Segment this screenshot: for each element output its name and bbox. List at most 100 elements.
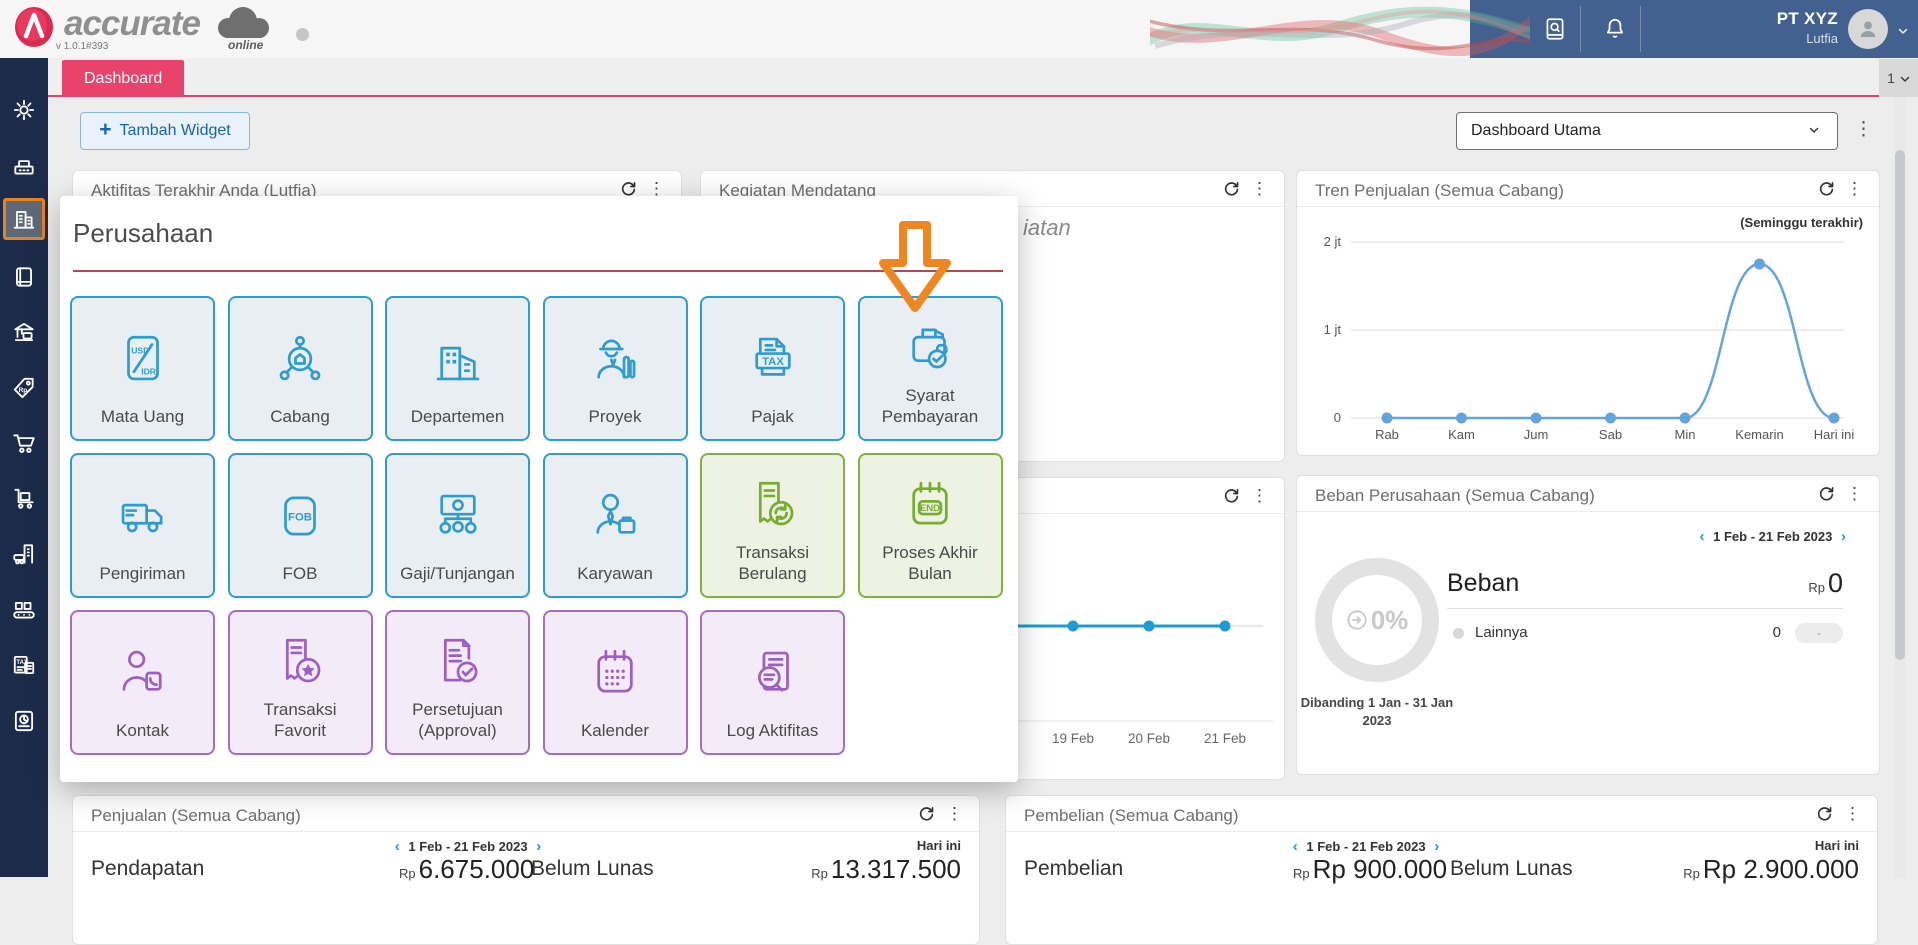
sidebar-item-sales-register[interactable] [0,144,48,188]
sidebar-item-journal[interactable] [0,255,48,299]
account-info[interactable]: PT XYZ Lutfia [1777,9,1838,46]
svg-text:Rp: Rp [19,386,28,393]
kebab-menu-icon[interactable]: ⋮ [1844,804,1861,824]
notification-bell-icon[interactable] [1602,16,1628,42]
tile-gaji-tunjangan[interactable]: Gaji/Tunjangan [385,453,530,598]
tile-transaksi-favorit[interactable]: Transaksi Favorit [227,610,373,755]
tile-persetujuan[interactable]: Persetujuan (Approval) [385,610,530,755]
tile-departemen[interactable]: Departemen [385,296,530,441]
tile-kalender[interactable]: Kalender [542,610,688,755]
kebab-menu-icon[interactable]: ⋮ [1846,484,1863,504]
tile-pengiriman[interactable]: Pengiriman [70,453,215,598]
sidebar-item-tax[interactable]: TAX [0,643,48,687]
legend-row[interactable]: Lainnya 0 - [1447,623,1843,645]
cash-register-icon [11,153,37,179]
sidebar-item-report[interactable] [0,699,48,743]
tile-label: Transaksi Favorit [263,699,337,740]
kebab-menu-icon[interactable]: ⋮ [1251,179,1268,199]
pajak-icon: TAX [744,312,802,406]
tile-log-aktifitas[interactable]: Log Aktifitas [700,610,845,755]
sidebar-item-manufacture[interactable] [0,588,48,632]
date-range-label: 1 Feb - 21 Feb 2023 [1306,839,1426,854]
tile-label: Karyawan [577,563,653,583]
brand-name: accurate [64,4,201,43]
user-name: Lutfia [1806,31,1838,46]
widget-title: Beban Perusahaan (Semua Cabang) [1315,486,1595,505]
pengiriman-icon [114,469,172,563]
legend-value: 0 [1772,624,1781,641]
avatar[interactable] [1848,9,1888,49]
refresh-icon[interactable] [917,805,937,825]
tile-pajak[interactable]: TAX Pajak [700,296,845,441]
chart-subtitle: (Seminggu terakhir) [1740,215,1863,230]
tile-transaksi-berulang[interactable]: Transaksi Berulang [700,453,845,598]
svg-text:2 jt: 2 jt [1324,234,1342,249]
tile-mata-uang[interactable]: USD IDR Mata Uang [70,296,215,441]
sidebar-item-pricing[interactable]: Rp [0,366,48,410]
journal-book-icon [11,264,37,290]
refresh-icon[interactable] [1817,180,1837,200]
sidebar-item-cash-bank[interactable] [0,310,48,354]
proses-akhir-bulan-icon: END [901,469,959,542]
refresh-icon[interactable] [1817,485,1837,505]
kebab-menu-icon[interactable]: ⋮ [1846,179,1863,199]
dashboard-select[interactable]: Dashboard Utama [1456,112,1838,150]
company-building-icon [11,206,37,232]
tax-calculator-icon: TAX [11,652,37,678]
top-header-bar: accurate online v 1.0.1#393 PT XYZ Lutfi… [0,0,1918,58]
refresh-icon[interactable] [1815,805,1835,825]
tile-cabang[interactable]: Cabang [227,296,373,441]
refresh-icon[interactable] [1222,180,1242,200]
kebab-menu-icon[interactable]: ⋮ [1251,486,1268,506]
tab-count-selector[interactable]: 1 [1879,59,1918,97]
tile-fob[interactable]: FOB FOB [227,453,373,598]
sidebar-item-company[interactable] [3,198,45,240]
tile-label: Transaksi Berulang [735,542,810,583]
company-name: PT XYZ [1776,9,1838,28]
legend-label: Lainnya [1475,624,1528,641]
beban-heading: Beban [1447,569,1520,597]
tile-kontak[interactable]: Kontak [70,610,215,755]
sidebar-item-purchase[interactable] [0,421,48,465]
transaksi-favorit-icon [271,626,329,699]
gaji-tunjangan-icon [429,469,487,563]
prev-period-icon[interactable]: ‹ [1695,528,1710,545]
sidebar-item-inventory[interactable] [0,477,48,521]
tile-proses-akhir-bulan[interactable]: END Proses Akhir Bulan [857,453,1003,598]
next-period-icon[interactable]: › [531,838,546,855]
tile-label: Gaji/Tunjangan [400,563,515,583]
next-period-icon[interactable]: › [1429,838,1444,855]
prev-period-icon[interactable]: ‹ [1288,838,1303,855]
plus-icon: + [99,118,112,141]
tile-label: Syarat Pembayaran [881,385,979,426]
kalender-icon [586,626,644,720]
chevron-down-icon[interactable] [1896,24,1910,38]
svg-text:21 Feb: 21 Feb [1204,731,1246,746]
svg-text:Jum: Jum [1524,427,1549,442]
help-book-search-icon[interactable] [1542,16,1568,42]
tab-dashboard[interactable]: Dashboard [62,60,185,97]
svg-text:Rab: Rab [1375,427,1399,442]
tile-proyek[interactable]: Proyek [542,296,688,441]
tile-label: Proyek [588,406,642,426]
scrollbar-thumb[interactable] [1895,150,1905,660]
next-period-icon[interactable]: › [1836,528,1851,545]
tile-label: Persetujuan (Approval) [412,699,503,740]
kebab-menu-icon[interactable]: ⋮ [946,804,963,824]
refresh-icon[interactable] [1222,487,1242,507]
beban-donut-center: 0% [1315,558,1439,682]
add-widget-button[interactable]: + Tambah Widget [80,112,250,150]
prev-period-icon[interactable]: ‹ [390,838,405,855]
widget-penjualan: Penjualan (Semua Cabang) ⋮ ‹ 1 Feb - 21 … [72,795,980,945]
tile-syarat-pembayaran[interactable]: Syarat Pembayaran [857,296,1003,441]
tren-chart: 0 1 jt 2 jt Rab Kam Jum Sab Min Kemarin Hari ini [1324,234,1855,442]
dashboard-options-kebab-icon[interactable]: ⋮ [1854,118,1873,141]
scrollbar-track[interactable] [1894,97,1906,877]
date-range-nav: ‹ 1 Feb - 21 Feb 2023 › [1271,838,1461,855]
tile-karyawan[interactable]: Karyawan [542,453,688,598]
sidebar-item-settings[interactable] [0,88,48,132]
report-document-icon [11,708,37,734]
sidebar-item-asset[interactable] [0,532,48,576]
svg-text:TAX: TAX [762,356,784,368]
widget-beban-perusahaan: Beban Perusahaan (Semua Cabang) ⋮ ‹ 1 Fe… [1296,475,1880,775]
